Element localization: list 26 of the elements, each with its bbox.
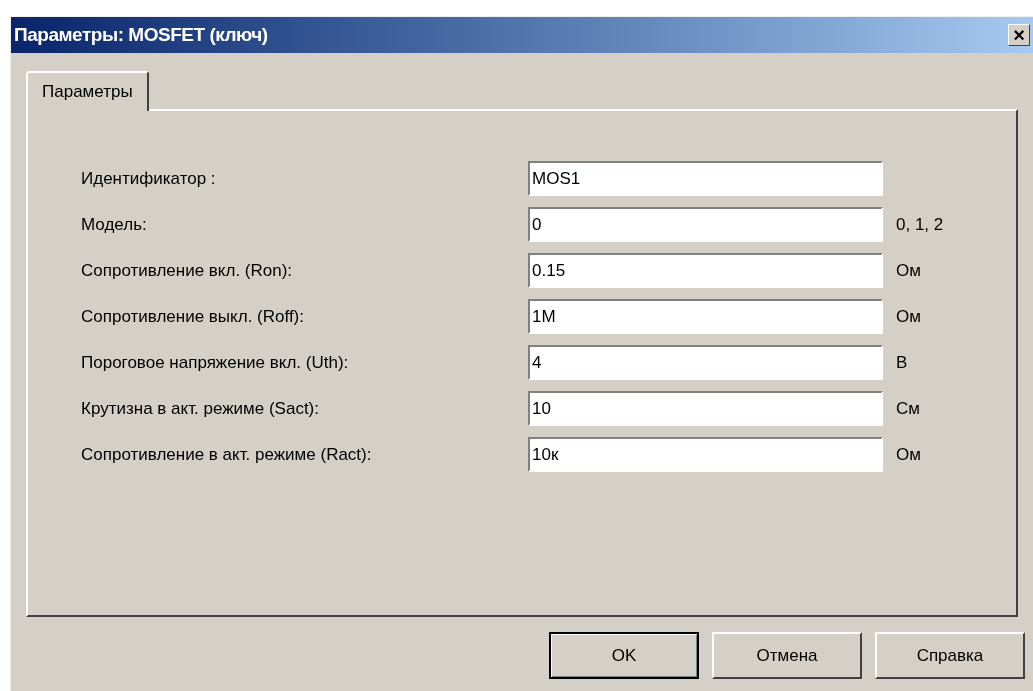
unit-label: Ом	[896, 305, 921, 328]
close-button[interactable]: ×	[1008, 24, 1030, 46]
input-field[interactable]: 10к	[528, 437, 883, 472]
field-label: Пороговое напряжение вкл. (Uth):	[81, 351, 350, 374]
dialog-button[interactable]: OK	[549, 632, 699, 679]
unit-label: Ом	[896, 443, 921, 466]
tab[interactable]: Параметры	[26, 71, 149, 111]
unit-label: В	[896, 351, 908, 374]
input-field[interactable]: 4	[528, 345, 883, 380]
field-label: Сопротивление в акт. режиме (Ract):	[81, 443, 373, 466]
field-label: Сопротивление выкл. (Roff):	[81, 305, 305, 328]
input-field[interactable]: MOS1	[528, 161, 883, 196]
unit-label: 0, 1, 2	[896, 213, 944, 236]
field-label: Модель:	[81, 213, 148, 236]
dialog-button[interactable]: Отмена	[712, 632, 862, 679]
dialog-button[interactable]: Справка	[875, 632, 1025, 679]
input-field[interactable]: 1M	[528, 299, 883, 334]
input-field[interactable]: 0.15	[528, 253, 883, 288]
input-field[interactable]: 0	[528, 207, 883, 242]
input-field[interactable]: 10	[528, 391, 883, 426]
window-title: Параметры: MOSFET (ключ)	[14, 22, 268, 47]
field-label: Идентификатор :	[81, 167, 217, 190]
field-label: Крутизна в акт. режиме (Sact):	[81, 397, 320, 420]
unit-label: См	[896, 397, 920, 420]
unit-label: Ом	[896, 259, 921, 282]
field-label: Сопротивление вкл. (Ron):	[81, 259, 294, 282]
